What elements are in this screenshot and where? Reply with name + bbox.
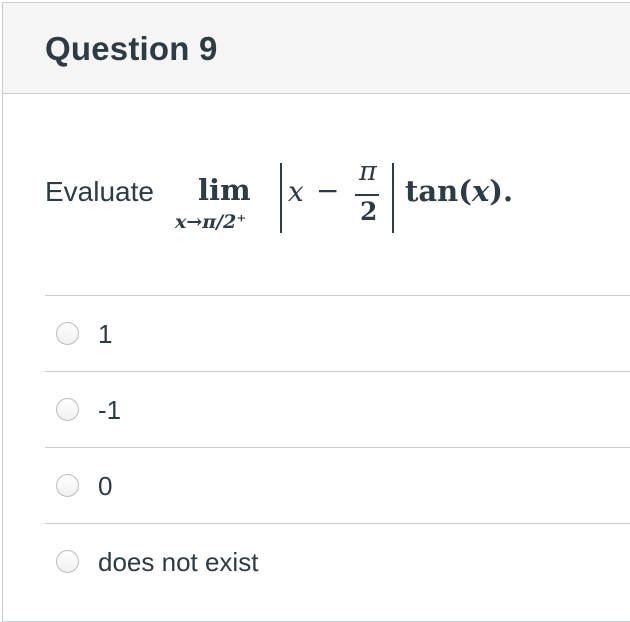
answer-option[interactable]: does not exist [45,523,630,599]
math-minus: − [316,174,340,207]
question-header: Question 9 [3,3,630,94]
tan-expression: tan(x). [405,174,513,208]
question-card: Question 9 Evaluate lim x→π/2⁺ x − π 2 t… [2,2,630,622]
question-title: Question 9 [45,30,218,67]
tan-close: ). [489,174,514,208]
radio-button[interactable] [56,550,79,573]
question-prefix: Evaluate [45,176,154,207]
answer-list: 1 -1 0 does not exist [45,295,630,599]
answer-option[interactable]: -1 [45,371,630,447]
answer-option[interactable]: 0 [45,447,630,523]
fraction-denominator: 2 [360,197,378,226]
answer-option[interactable]: 1 [45,295,630,371]
radio-button[interactable] [56,474,79,497]
abs-bar-left [280,163,282,233]
math-variable: x [288,175,304,208]
answer-label: does not exist [98,547,259,577]
tan-function: tan( [405,174,472,208]
answer-label: 1 [98,319,113,349]
limit-subscript: x→π/2⁺ [175,211,247,233]
answer-label: 0 [98,471,113,501]
fraction-numerator: π [359,156,377,187]
answer-label: -1 [98,395,122,425]
abs-bar-right [392,163,394,233]
radio-button[interactable] [56,398,79,421]
fraction-line [355,194,379,196]
limit-operator: lim [198,173,251,207]
question-text: Evaluate lim x→π/2⁺ x − π 2 tan(x). [45,153,625,253]
radio-button[interactable] [56,322,79,345]
tan-argument: x [472,174,490,208]
